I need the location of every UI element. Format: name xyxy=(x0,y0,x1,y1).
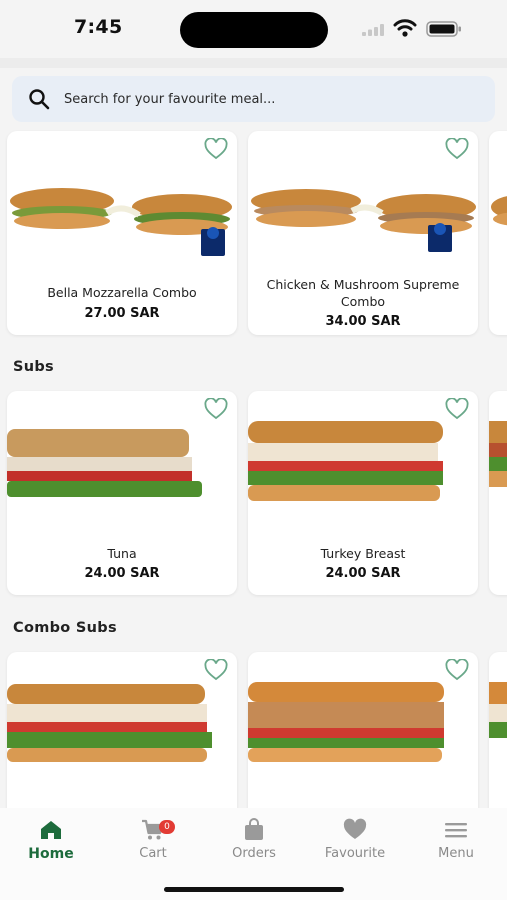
nav-cart-label: Cart xyxy=(139,846,167,861)
heart-outline-icon[interactable] xyxy=(445,398,469,420)
nav-favourite-label: Favourite xyxy=(324,846,386,861)
shopping-bag-icon xyxy=(245,818,263,840)
turkey-sub-image xyxy=(248,421,443,501)
subs-card[interactable]: Tuna 24.00 SAR xyxy=(7,391,237,595)
nav-menu-label: Menu xyxy=(438,846,474,861)
featured-card[interactable]: Chicken & Mushroom Supreme Combo 34.00 S… xyxy=(248,131,478,335)
search-bar[interactable] xyxy=(12,76,495,122)
status-bar: 7:45 xyxy=(0,0,507,58)
item-name: Tuna xyxy=(107,546,137,561)
wifi-icon xyxy=(393,19,417,37)
item-name: Chicken & Mushroom Supreme Combo xyxy=(266,277,460,309)
hamburger-menu-icon xyxy=(445,823,467,838)
combo-sandwich-image xyxy=(491,196,507,226)
nav-orders-label: Orders xyxy=(232,846,276,861)
tuna-sub-image xyxy=(7,429,202,497)
home-icon xyxy=(41,821,61,839)
featured-card[interactable]: Bella Mozzarella Combo 27.00 SAR xyxy=(7,131,237,335)
heart-outline-icon[interactable] xyxy=(204,659,228,681)
search-icon xyxy=(29,89,50,110)
featured-card-peek[interactable] xyxy=(489,131,507,335)
item-price: 27.00 SAR xyxy=(84,306,160,321)
sub-image xyxy=(489,682,507,738)
sub-image xyxy=(489,421,507,487)
nav-orders[interactable]: Orders xyxy=(209,818,299,874)
heart-outline-icon[interactable] xyxy=(445,659,469,681)
subs-card[interactable]: Turkey Breast 24.00 SAR xyxy=(248,391,478,595)
home-indicator xyxy=(164,887,344,892)
nav-cart[interactable]: 0 Cart xyxy=(108,818,198,874)
item-price: 24.00 SAR xyxy=(84,566,160,581)
cellular-signal-icon xyxy=(362,24,384,36)
item-name: Turkey Breast xyxy=(320,546,406,561)
battery-icon xyxy=(426,21,461,37)
item-name: Bella Mozzarella Combo xyxy=(47,285,197,300)
cart-count-badge: 0 xyxy=(159,820,175,834)
nav-menu[interactable]: Menu xyxy=(411,818,501,874)
dynamic-island xyxy=(180,12,328,48)
item-price: 24.00 SAR xyxy=(325,566,401,581)
combo-sandwich-image xyxy=(10,188,232,256)
section-title-subs: Subs xyxy=(13,359,54,375)
subs-card-peek[interactable] xyxy=(489,391,507,595)
header-divider xyxy=(0,58,507,68)
heart-outline-icon[interactable] xyxy=(204,398,228,420)
turkey-combo-sub-image xyxy=(7,684,212,762)
section-title-combo-subs: Combo Subs xyxy=(13,620,117,636)
nav-home-label: Home xyxy=(28,846,74,862)
status-time: 7:45 xyxy=(74,16,123,38)
chicken-combo-sub-image xyxy=(248,682,444,762)
nav-favourite[interactable]: Favourite xyxy=(310,818,400,874)
item-price: 34.00 SAR xyxy=(325,314,401,329)
heart-outline-icon[interactable] xyxy=(204,138,228,160)
combo-sandwich-image xyxy=(251,189,476,252)
heart-icon xyxy=(343,818,367,839)
search-input[interactable] xyxy=(64,76,484,122)
heart-outline-icon[interactable] xyxy=(445,138,469,160)
nav-home[interactable]: Home xyxy=(6,818,96,874)
